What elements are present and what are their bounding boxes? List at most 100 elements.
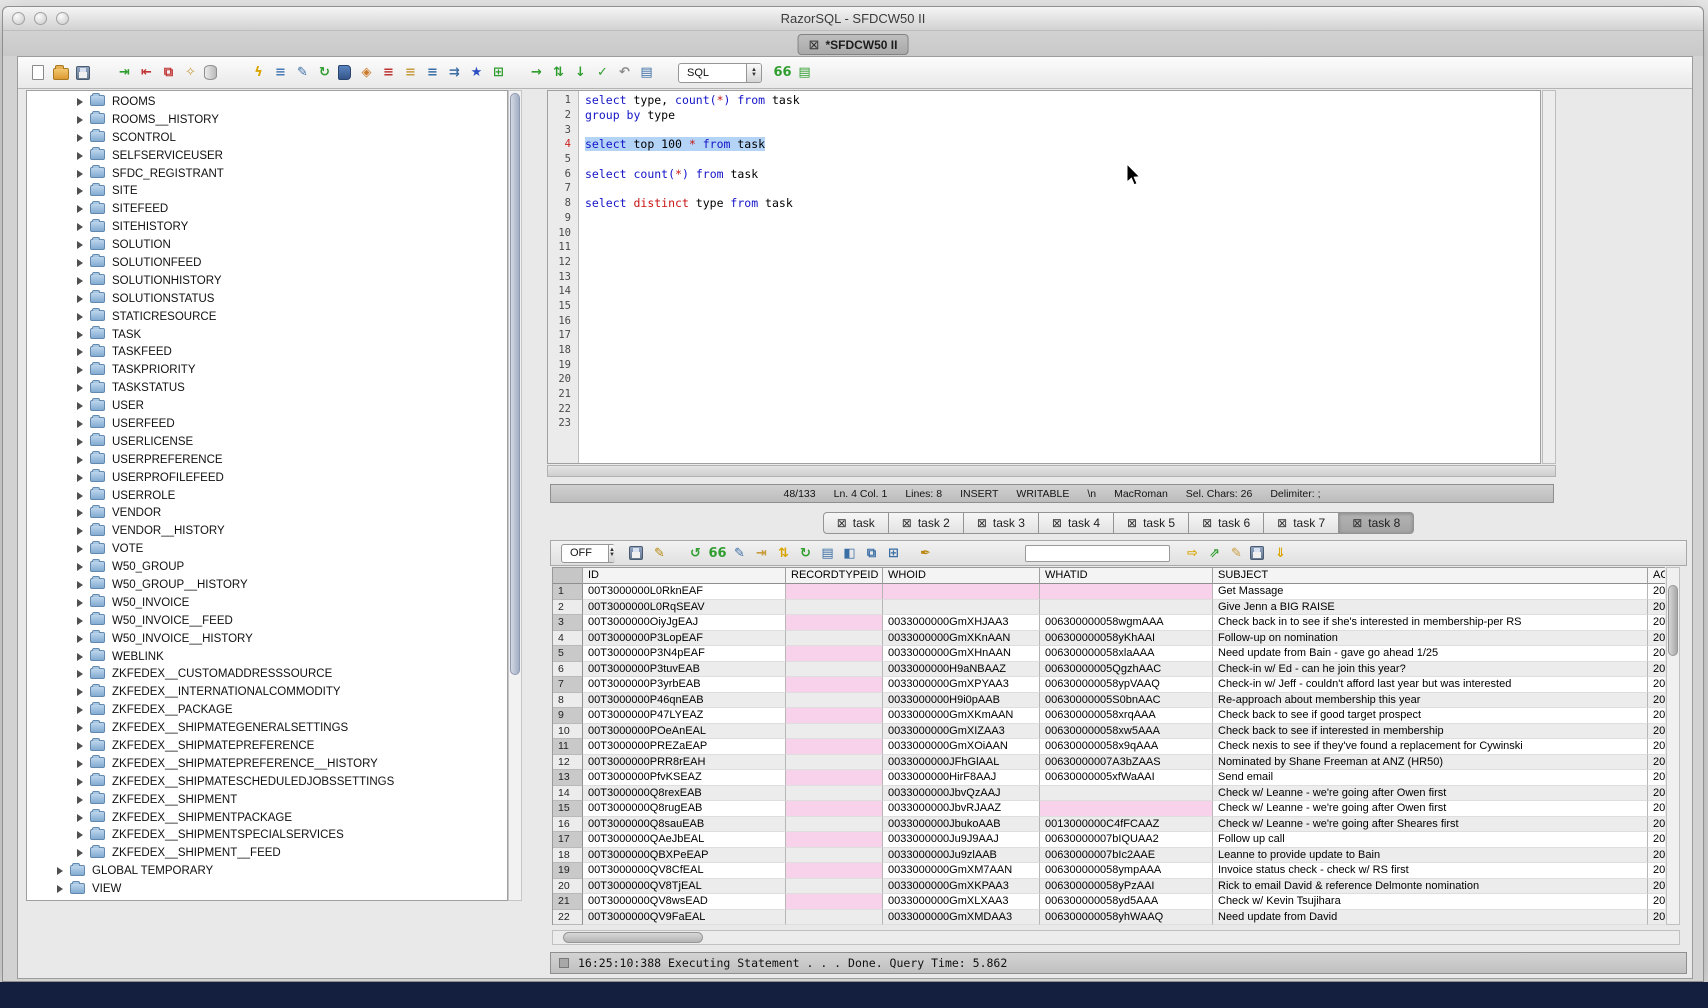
table-row[interactable]: 100T3000000L0RknEAFGet Massage200 [553, 584, 1665, 600]
tree-item-sfdc_registrant[interactable]: SFDC_REGISTRANT [27, 165, 507, 183]
bookmarks-icon[interactable] [338, 65, 351, 80]
export-file-icon[interactable]: ⇤ [138, 64, 155, 81]
grid-cell[interactable]: Give Jenn a BIG RAISE [1213, 600, 1648, 616]
grid-cell[interactable]: 00T3000000QV8wsEAD [583, 894, 786, 910]
disclosure-triangle-icon[interactable] [77, 402, 83, 410]
save-all-results-icon[interactable] [1250, 546, 1264, 560]
grid-cell[interactable]: 200 [1648, 708, 1665, 724]
disclosure-triangle-icon[interactable] [77, 420, 83, 428]
tree-item-w50_group__history[interactable]: W50_GROUP__HISTORY [27, 576, 507, 594]
disclosure-triangle-icon[interactable] [77, 366, 83, 374]
column-header[interactable] [553, 568, 583, 584]
grid-cell[interactable]: Get Massage [1213, 584, 1648, 600]
grid-cell[interactable]: 006300000058ympAAA [1040, 863, 1213, 879]
grid-cell[interactable]: 00T3000000P47LYEAZ [583, 708, 786, 724]
tree-item-sitefeed[interactable]: SITEFEED [27, 200, 507, 218]
titlebar[interactable]: RazorSQL - SFDCW50 II [3, 7, 1703, 31]
grid-cell[interactable] [786, 662, 883, 678]
tree-item-solutionstatus[interactable]: SOLUTIONSTATUS [27, 290, 507, 308]
editor-line[interactable]: 19 [548, 357, 1540, 372]
import-file-icon[interactable]: ⇥ [116, 64, 133, 81]
grid-cell[interactable]: 200 [1648, 755, 1665, 771]
disclosure-triangle-icon[interactable] [77, 760, 83, 768]
grid-cell[interactable]: 006300000058wgmAAA [1040, 615, 1213, 631]
find-next-icon[interactable]: ⇨ [1184, 545, 1201, 562]
commit-icon[interactable]: ✓ [594, 64, 611, 81]
grid-cell[interactable]: 0033000000JFhGlAAL [883, 755, 1040, 771]
grid-cell[interactable]: 00630000007bIc2AAE [1040, 848, 1213, 864]
grid-cell[interactable]: Check w/ Leanne - we're going after Shea… [1213, 817, 1648, 833]
grid-cell[interactable] [786, 863, 883, 879]
sql-mode-select[interactable]: SQL ▲▼ [678, 63, 762, 83]
editor-line[interactable]: 17 [548, 328, 1540, 343]
table-row[interactable]: 1900T3000000QV8CfEAL0033000000GmXM7AAN00… [553, 863, 1665, 879]
fetch-more-icon[interactable]: ⇓ [1272, 545, 1289, 562]
disclosure-triangle-icon[interactable] [77, 205, 83, 213]
grid-cell[interactable]: 200 [1648, 584, 1665, 600]
new-table-icon[interactable]: ✧ [182, 64, 199, 81]
grid-cell[interactable]: 006300000058yPzAAI [1040, 879, 1213, 895]
grid-cell[interactable]: 200 [1648, 879, 1665, 895]
tree-item-taskpriority[interactable]: TASKPRIORITY [27, 361, 507, 379]
tree-item-userpreference[interactable]: USERPREFERENCE [27, 451, 507, 469]
tree-item-zkfedex__customaddresssource[interactable]: ZKFEDEX__CUSTOMADDRESSSOURCE [27, 666, 507, 684]
result-tab-task[interactable]: ⊠task [823, 512, 889, 534]
column-header[interactable]: AC [1648, 568, 1665, 584]
tree-item-staticresource[interactable]: STATICRESOURCE [27, 308, 507, 326]
grid-cell[interactable] [786, 615, 883, 631]
disclosure-triangle-icon[interactable] [77, 849, 83, 857]
sort-results-icon[interactable]: ⇅ [775, 545, 792, 562]
grid-cell[interactable]: 00T3000000OiyJgEAJ [583, 615, 786, 631]
grid-cell[interactable]: 00T3000000P3tuvEAB [583, 662, 786, 678]
grid-cell[interactable]: Check w/ Leanne - we're going after Owen… [1213, 786, 1648, 802]
export-results-icon[interactable]: ⇗ [1206, 545, 1223, 562]
disclosure-triangle-icon[interactable] [77, 152, 83, 160]
disclosure-triangle-icon[interactable] [77, 563, 83, 571]
grid-cell[interactable]: Check back to see if good target prospec… [1213, 708, 1648, 724]
grid-cell[interactable]: Follow up call [1213, 832, 1648, 848]
tree-item-zkfedex__shipment[interactable]: ZKFEDEX__SHIPMENT [27, 791, 507, 809]
disclosure-triangle-icon[interactable] [77, 134, 83, 142]
editor-line[interactable]: 4select top 100 * from task [548, 137, 1540, 152]
editor-line[interactable]: 21 [548, 387, 1540, 402]
save-file-icon[interactable] [76, 66, 90, 80]
table-row[interactable]: 800T3000000P46qnEAB0033000000H9i0pAAB006… [553, 693, 1665, 709]
grid-cell[interactable] [786, 910, 883, 926]
tree-item-site[interactable]: SITE [27, 182, 507, 200]
disclosure-triangle-icon[interactable] [57, 867, 63, 875]
editor-line[interactable]: 18 [548, 343, 1540, 358]
grid-cell[interactable]: 006300000058xw5AAA [1040, 724, 1213, 740]
navigator-icon[interactable]: ◈ [358, 64, 375, 81]
grid-cell[interactable]: 00630000005QgzhAAC [1040, 662, 1213, 678]
grid-cell[interactable]: 00630000007A3bZAAS [1040, 755, 1213, 771]
result-tab-task-4[interactable]: ⊠task 4 [1039, 512, 1114, 534]
tree-item-scontrol[interactable]: SCONTROL [27, 129, 507, 147]
grid-cell[interactable]: 200 [1648, 600, 1665, 616]
grid-cell[interactable] [883, 584, 1040, 600]
grid-cell[interactable] [786, 708, 883, 724]
disclosure-triangle-icon[interactable] [77, 456, 83, 464]
editor-line[interactable]: 23 [548, 416, 1540, 431]
minimize-window-button[interactable] [34, 12, 47, 25]
result-tab-task-2[interactable]: ⊠task 2 [889, 512, 964, 534]
grid-cell[interactable]: 0033000000GmXHnAAN [883, 646, 1040, 662]
grid-cell[interactable] [1040, 584, 1213, 600]
compare-tables-icon[interactable]: ↻ [316, 64, 333, 81]
comment-sql-icon[interactable]: ⇉ [446, 64, 463, 81]
execute-statement-icon[interactable]: → [528, 64, 545, 81]
tree-item-zkfedex__shipmatescheduledjobssettings[interactable]: ZKFEDEX__SHIPMATESCHEDULEDJOBSSETTINGS [27, 773, 507, 791]
execute-all-icon[interactable]: ⇅ [550, 64, 567, 81]
disclosure-triangle-icon[interactable] [77, 653, 83, 661]
grid-cell[interactable] [786, 879, 883, 895]
schema-browser-icon[interactable]: ≡ [272, 64, 289, 81]
results-hscrollbar-thumb[interactable] [563, 932, 703, 943]
tree-item-zkfedex__package[interactable]: ZKFEDEX__PACKAGE [27, 701, 507, 719]
grid-cell[interactable]: 200 [1648, 770, 1665, 786]
tree-item-user[interactable]: USER [27, 397, 507, 415]
tree-item-zkfedex__shipmentpackage[interactable]: ZKFEDEX__SHIPMENTPACKAGE [27, 809, 507, 827]
editor-line[interactable]: 16 [548, 313, 1540, 328]
grid-cell[interactable]: 00T3000000L0RknEAF [583, 584, 786, 600]
editor-line[interactable]: 6select count(*) from task [548, 166, 1540, 181]
disclosure-triangle-icon[interactable] [77, 599, 83, 607]
grid-cell[interactable]: 200 [1648, 801, 1665, 817]
